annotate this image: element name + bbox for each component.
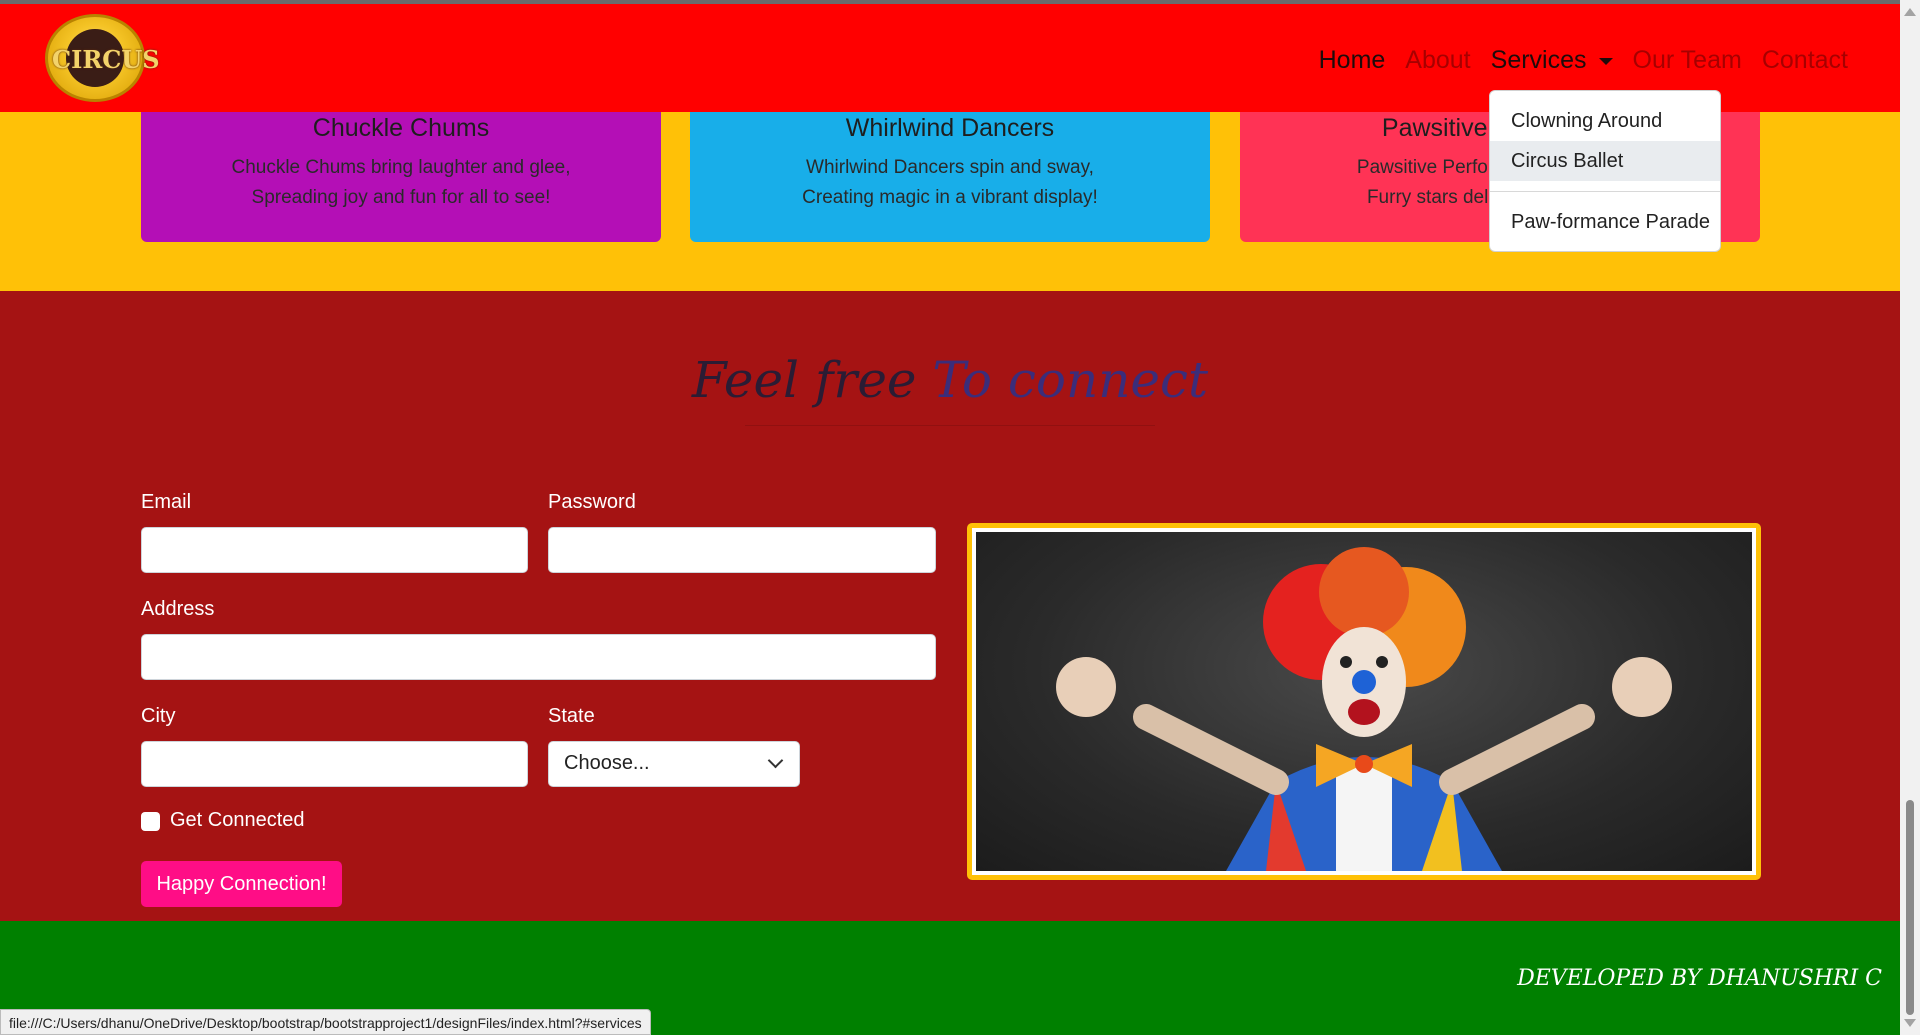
state-select[interactable]: Choose... xyxy=(548,741,800,787)
dropdown-item-paw-formance-parade[interactable]: Paw-formance Parade xyxy=(1490,202,1720,242)
heading-part-2: To connect xyxy=(932,351,1209,409)
heading-part-1: Feel free xyxy=(691,351,917,409)
card-line-1: Whirlwind Dancers spin and sway, xyxy=(806,157,1094,178)
card-line-2: Spreading joy and fun for all to see! xyxy=(251,187,551,208)
clown-illustration xyxy=(1056,547,1672,871)
state-label: State xyxy=(548,705,595,727)
password-label: Password xyxy=(548,491,636,513)
scrollbar-thumb[interactable] xyxy=(1906,800,1914,1015)
chevron-down-icon xyxy=(767,752,784,769)
clown-hand-left xyxy=(1056,657,1116,717)
nav-links: Home About Services Our Team Contact xyxy=(1319,46,1848,75)
nav-home[interactable]: Home xyxy=(1319,46,1386,75)
nav-our-team[interactable]: Our Team xyxy=(1633,46,1742,75)
email-field[interactable] xyxy=(141,527,528,573)
clown-arm-left xyxy=(1133,704,1289,795)
happy-connection-button[interactable]: Happy Connection! xyxy=(141,861,342,907)
address-label: Address xyxy=(141,598,215,620)
card-text: Whirlwind Dancers spin and sway, Creatin… xyxy=(690,153,1210,213)
card-line-1: Chuckle Chums bring laughter and glee, xyxy=(231,157,571,178)
clown-shirt xyxy=(1336,767,1392,871)
clown-eye-right xyxy=(1376,656,1388,668)
city-label: City xyxy=(141,705,176,727)
get-connected-label: Get Connected xyxy=(170,809,305,831)
developer-credit: DEVELOPED BY DHANUSHRI C xyxy=(1517,966,1882,991)
clown-arm-right xyxy=(1439,704,1595,795)
clown-mouth xyxy=(1348,699,1380,725)
clown-hair-top xyxy=(1319,547,1409,637)
card-title: Chuckle Chums xyxy=(312,114,490,142)
clown-hand-right xyxy=(1612,657,1672,717)
nav-services[interactable]: Services xyxy=(1491,46,1613,75)
card-title: Whirlwind Dancers xyxy=(845,114,1055,142)
clown-image-frame xyxy=(967,523,1761,880)
nav-about[interactable]: About xyxy=(1405,46,1470,75)
nav-contact[interactable]: Contact xyxy=(1762,46,1848,75)
bow-tie-knot xyxy=(1355,755,1373,773)
dropdown-item-clowning-around[interactable]: Clowning Around xyxy=(1490,101,1720,141)
vertical-scrollbar[interactable] xyxy=(1900,0,1920,1035)
scroll-down-arrow-icon[interactable] xyxy=(1904,1019,1916,1027)
contact-section: Feel free To connect Email Password Addr… xyxy=(0,291,1900,921)
service-card-whirlwind-dancers: Whirlwind Dancers Whirlwind Dancers spin… xyxy=(690,112,1210,242)
state-selected-value: Choose... xyxy=(564,752,650,774)
clown-nose xyxy=(1352,670,1376,694)
heading-underline xyxy=(745,425,1155,426)
password-field[interactable] xyxy=(548,527,936,573)
scroll-up-arrow-icon[interactable] xyxy=(1904,8,1916,16)
service-card-chuckle-chums: Chuckle Chums Chuckle Chums bring laught… xyxy=(141,112,661,242)
address-field[interactable] xyxy=(141,634,936,680)
clown-eye-left xyxy=(1340,656,1352,668)
circus-logo[interactable]: CIRCUS xyxy=(45,14,160,102)
contact-heading: Feel free To connect xyxy=(0,351,1900,409)
status-bar-url: file:///C:/Users/dhanu/OneDrive/Desktop/… xyxy=(0,1009,651,1035)
services-dropdown-menu: Clowning Around Circus Ballet Paw-forman… xyxy=(1489,90,1721,252)
clown-photo xyxy=(976,532,1752,871)
city-field[interactable] xyxy=(141,741,528,787)
window-top-border xyxy=(0,0,1920,4)
card-text: Chuckle Chums bring laughter and glee, S… xyxy=(141,153,661,213)
email-label: Email xyxy=(141,491,192,513)
dropdown-item-circus-ballet[interactable]: Circus Ballet xyxy=(1490,141,1720,181)
get-connected-checkbox[interactable] xyxy=(141,812,160,831)
chevron-down-icon xyxy=(1598,57,1613,65)
card-line-2: Creating magic in a vibrant display! xyxy=(802,187,1098,208)
nav-services-label: Services xyxy=(1490,46,1587,74)
dropdown-divider xyxy=(1490,191,1720,192)
logo-text: CIRCUS xyxy=(52,45,160,74)
